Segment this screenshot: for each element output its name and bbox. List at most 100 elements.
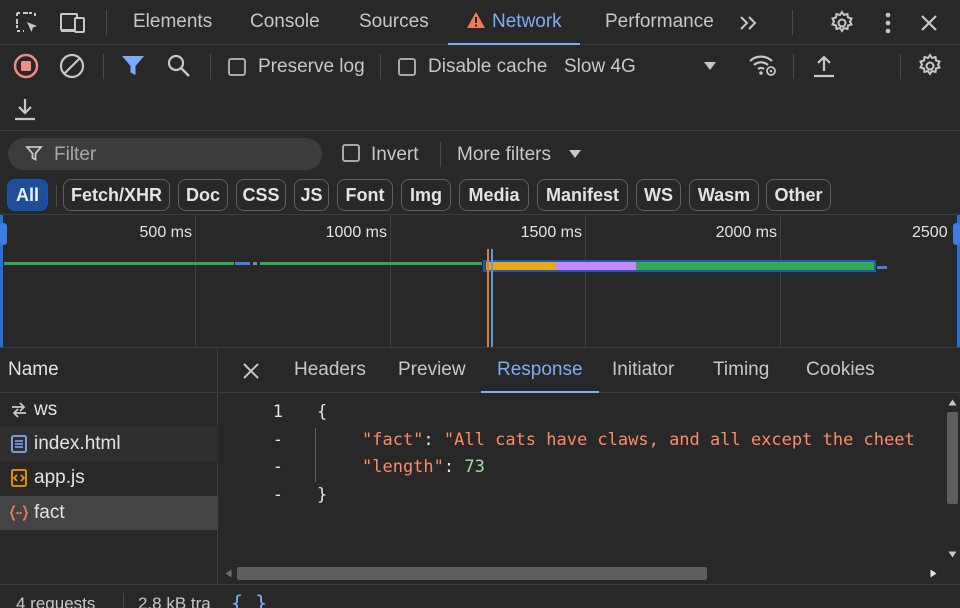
timeline-bar-download: [556, 262, 636, 270]
timeline-gridline: [780, 215, 781, 347]
json-key: "length": [362, 457, 444, 477]
scroll-down-arrow-icon[interactable]: [948, 551, 957, 558]
disable-cache-checkbox[interactable]: [398, 58, 416, 76]
filter-input[interactable]: Filter: [8, 138, 322, 170]
detail-tab-bar: Headers Preview Response Initiator Timin…: [219, 348, 960, 393]
timeline-bar-segment: [877, 266, 887, 269]
tab-preview[interactable]: Preview: [398, 348, 466, 393]
toolbar-divider: [106, 10, 107, 35]
timeline-tick-label: 2000 ms: [715, 224, 777, 241]
request-row-app-js[interactable]: app.js: [0, 461, 218, 495]
tab-timing[interactable]: Timing: [713, 348, 769, 393]
invert-label[interactable]: Invert: [371, 144, 419, 166]
tab-initiator[interactable]: Initiator: [612, 348, 674, 393]
toolbar-divider: [900, 54, 901, 79]
close-detail-icon[interactable]: [241, 361, 261, 381]
chip-font[interactable]: Font: [337, 179, 393, 211]
line-number: -: [272, 430, 283, 450]
throttling-dropdown-icon[interactable]: [694, 50, 726, 82]
chip-fetch-xhr[interactable]: Fetch/XHR: [63, 179, 170, 211]
settings-gear-icon[interactable]: [827, 8, 857, 38]
chip-other[interactable]: Other: [766, 179, 831, 211]
request-row-ws[interactable]: ws: [0, 393, 218, 427]
timeline-load-marker: [487, 249, 489, 347]
preserve-log-label[interactable]: Preserve log: [258, 56, 365, 78]
json-fetch-icon: [4, 496, 34, 530]
scroll-left-arrow-icon[interactable]: [225, 569, 232, 578]
tab-network[interactable]: Network: [448, 0, 580, 45]
clear-icon[interactable]: [56, 50, 88, 82]
chip-media[interactable]: Media: [459, 179, 529, 211]
record-stop-icon[interactable]: [10, 50, 42, 82]
indent-guide: [315, 428, 316, 482]
timeline-left-grip[interactable]: [0, 223, 7, 245]
tab-headers[interactable]: Headers: [294, 348, 366, 393]
chip-img[interactable]: Img: [401, 179, 451, 211]
device-toolbar-icon[interactable]: [58, 8, 88, 38]
inspect-element-icon[interactable]: [12, 8, 42, 38]
more-filters-dropdown[interactable]: More filters: [457, 144, 551, 166]
status-divider: [123, 593, 124, 608]
toolbar-divider: [103, 54, 104, 79]
json-number-value: 73: [464, 457, 485, 477]
close-devtools-icon[interactable]: [914, 8, 944, 38]
kebab-menu-icon[interactable]: [873, 8, 903, 38]
warning-icon: [467, 12, 485, 28]
import-har-icon[interactable]: [808, 50, 840, 82]
name-column-header[interactable]: Name: [0, 348, 218, 393]
chip-wasm[interactable]: Wasm: [689, 179, 759, 211]
export-har-icon[interactable]: [9, 93, 41, 125]
chip-css[interactable]: CSS: [236, 179, 286, 211]
toolbar-divider: [440, 142, 441, 167]
tab-console[interactable]: Console: [250, 0, 320, 45]
chevron-down-icon[interactable]: [568, 149, 582, 159]
chip-all[interactable]: All: [7, 179, 48, 211]
json-close-brace: }: [317, 485, 328, 505]
network-settings-gear-icon[interactable]: [914, 50, 946, 82]
vertical-scrollbar[interactable]: [944, 394, 960, 564]
timeline-tick-label: 1000 ms: [325, 224, 387, 241]
response-code-viewer[interactable]: 1 - - - { "fact": "All cats have claws, …: [219, 394, 944, 564]
vertical-scroll-thumb[interactable]: [947, 412, 958, 504]
tab-performance[interactable]: Performance: [605, 0, 714, 45]
request-name: app.js: [34, 467, 85, 488]
timeline-right-grip[interactable]: [953, 223, 960, 245]
preserve-log-checkbox[interactable]: [228, 58, 246, 76]
search-icon[interactable]: [163, 50, 195, 82]
tab-elements[interactable]: Elements: [133, 0, 212, 45]
request-name: fact: [34, 502, 65, 523]
timeline-gridline: [390, 215, 391, 347]
network-overview-timeline[interactable]: 500 ms 1000 ms 1500 ms 2000 ms 2500 ms: [0, 215, 960, 348]
request-detail-pane: Headers Preview Response Initiator Timin…: [219, 348, 960, 584]
scroll-up-arrow-icon[interactable]: [948, 399, 957, 406]
invert-checkbox[interactable]: [342, 144, 360, 162]
json-line-fact: "fact": "All cats have claws, and all ex…: [362, 430, 915, 450]
timeline-bar-segment: [253, 262, 257, 265]
tab-cookies[interactable]: Cookies: [806, 348, 875, 393]
tab-sources[interactable]: Sources: [359, 0, 429, 45]
request-row-index-html[interactable]: index.html: [0, 427, 218, 461]
chip-manifest[interactable]: Manifest: [537, 179, 628, 211]
request-row-fact[interactable]: fact: [0, 496, 218, 530]
scroll-right-arrow-icon[interactable]: [930, 569, 937, 578]
network-conditions-icon[interactable]: [746, 49, 778, 81]
throttling-select[interactable]: Slow 4G: [564, 56, 636, 78]
toolbar-divider: [793, 54, 794, 79]
filter-funnel-icon[interactable]: [117, 50, 149, 82]
toolbar-divider: [210, 54, 211, 79]
disable-cache-label[interactable]: Disable cache: [428, 56, 547, 78]
chip-ws[interactable]: WS: [636, 179, 681, 211]
script-icon: [4, 461, 34, 495]
tab-response[interactable]: Response: [481, 348, 599, 393]
pretty-print-button[interactable]: { }: [231, 591, 267, 608]
horizontal-scroll-thumb[interactable]: [237, 567, 707, 580]
chip-js[interactable]: JS: [294, 179, 329, 211]
chip-doc[interactable]: Doc: [178, 179, 228, 211]
more-tabs-icon[interactable]: [734, 8, 764, 38]
document-icon: [4, 427, 34, 461]
transferred-size: 2.8 kB tra: [138, 594, 211, 608]
line-number: -: [272, 485, 283, 505]
json-string-value: "All cats have claws, and all except the…: [443, 430, 915, 450]
json-key: "fact": [362, 430, 424, 450]
horizontal-scrollbar[interactable]: [219, 564, 944, 584]
